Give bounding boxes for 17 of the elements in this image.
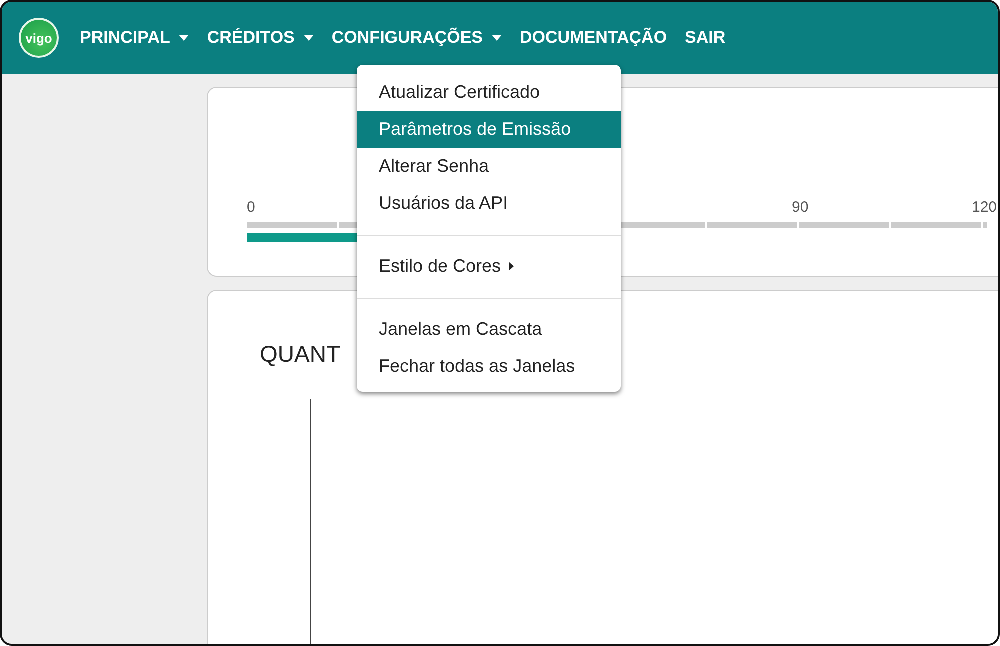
menu-item[interactable]: Fechar todas as Janelas — [357, 348, 621, 385]
menu-item[interactable]: Parâmetros de Emissão — [357, 111, 621, 148]
menu-item[interactable]: Usuários da API — [357, 185, 621, 222]
menu-item[interactable]: Alterar Senha — [357, 148, 621, 185]
logo: vigo — [19, 18, 59, 58]
nav-menu-item[interactable]: PRINCIPAL — [80, 28, 190, 48]
scale-label: 120 — [972, 199, 998, 218]
menu-item[interactable]: Estilo de Cores — [357, 248, 621, 285]
chart-title: QUANT — [260, 340, 340, 369]
menu-item[interactable]: Janelas em Cascata — [357, 311, 621, 348]
nav-menu-item[interactable]: DOCUMENTAÇÃO — [520, 28, 668, 48]
nav-menu-item[interactable]: SAIR — [685, 28, 726, 48]
nav-menu-item[interactable]: CRÉDITOS — [207, 28, 314, 48]
scale-label: 90 — [792, 199, 809, 218]
scale-label: 0 — [247, 199, 256, 218]
menu-item[interactable]: Atualizar Certificado — [357, 74, 621, 111]
nav-menu-item[interactable]: CONFIGURAÇÕES — [332, 28, 502, 48]
